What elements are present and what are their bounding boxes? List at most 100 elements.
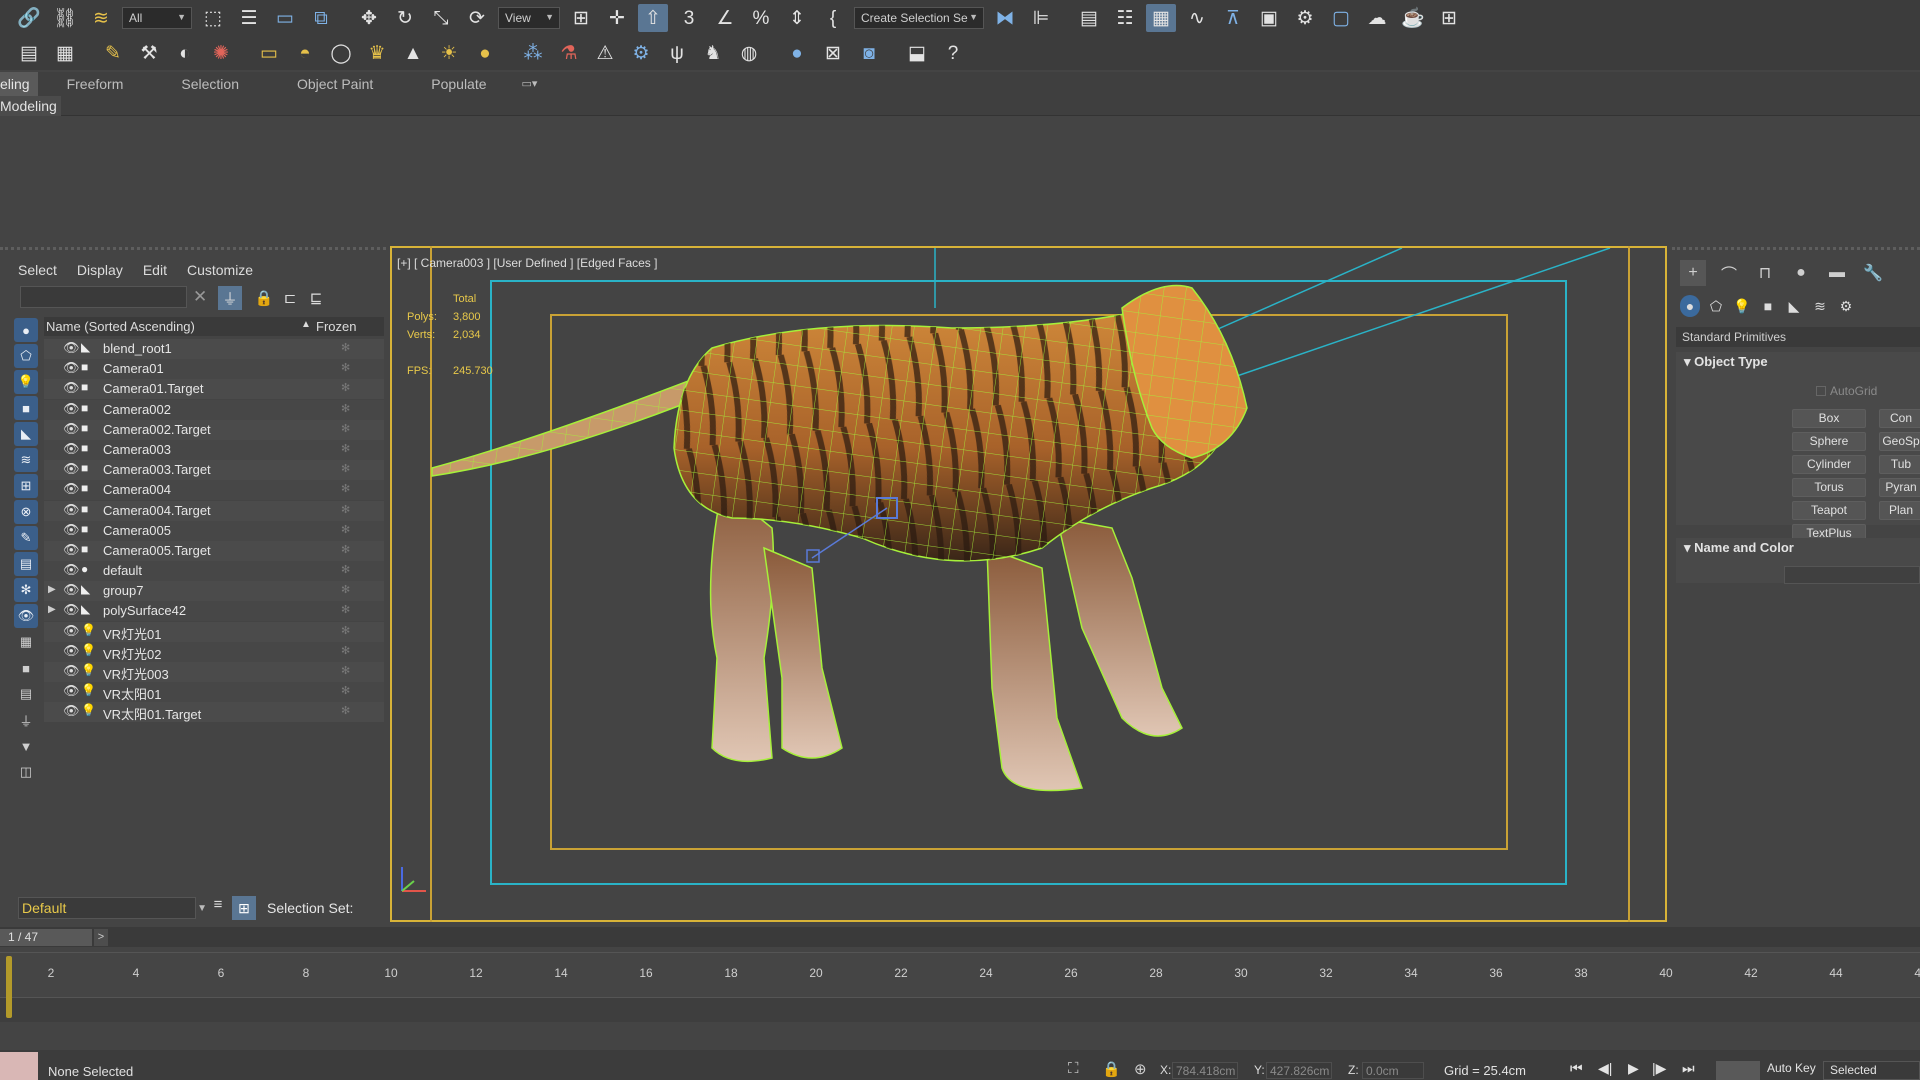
frozen-icon[interactable]: ✻ xyxy=(341,684,350,697)
hierarchy-tab-icon[interactable]: ⊓ xyxy=(1752,260,1778,286)
camera-viewport[interactable]: [+] [ Camera003 ] [User Defined ] [Edged… xyxy=(390,246,1667,922)
list-item[interactable]: 👁 ■ Camera01 ✻ xyxy=(44,359,384,380)
eye-icon[interactable]: 👁 xyxy=(63,481,80,497)
eye-icon[interactable]: 👁 xyxy=(63,522,80,538)
cameras-filter-icon[interactable]: ■ xyxy=(14,396,38,420)
helpers-icon[interactable]: ◣ xyxy=(1784,295,1804,317)
tiger-model[interactable] xyxy=(392,248,1665,920)
frozen-filter-icon[interactable]: ✻ xyxy=(14,578,38,602)
time-slider[interactable]: 1 / 47 > xyxy=(0,927,1920,947)
hierarchy-icon[interactable]: ⊏ xyxy=(278,286,302,310)
frozen-icon[interactable]: ✻ xyxy=(341,402,350,415)
menu-customize[interactable]: Customize xyxy=(187,262,253,278)
ref-coord-dropdown[interactable]: View ▼ xyxy=(498,7,560,29)
menu-select[interactable]: Select xyxy=(18,262,57,278)
sphere-half-icon[interactable]: ◐ xyxy=(170,39,200,67)
render-online-icon[interactable]: ⊞ xyxy=(1434,4,1464,32)
display-tab-icon[interactable]: ▬ xyxy=(1824,260,1850,286)
converter-icon[interactable]: ⬓ xyxy=(902,39,932,67)
edit-named-selection-icon[interactable]: { xyxy=(818,4,848,32)
autogrid-checkbox[interactable]: AutoGrid xyxy=(1816,384,1877,398)
current-frame-marker[interactable] xyxy=(6,956,12,1018)
eye-icon[interactable]: 👁 xyxy=(63,441,80,457)
category-dropdown[interactable]: Standard Primitives xyxy=(1676,327,1920,347)
frozen-icon[interactable]: ✻ xyxy=(341,381,350,394)
list-item[interactable]: ▶ 👁 ◣ polySurface42 ✻ xyxy=(44,601,384,622)
spinner-snap-icon[interactable]: ⇕ xyxy=(782,4,812,32)
geosphere-button[interactable]: GeoSp xyxy=(1879,432,1920,451)
tab-freeform[interactable]: Freeform xyxy=(38,72,153,96)
material-editor-icon[interactable]: ▣ xyxy=(1254,4,1284,32)
rect-selection-icon[interactable]: ▭ xyxy=(270,4,300,32)
tab-object-paint[interactable]: Object Paint xyxy=(268,72,402,96)
list-item[interactable]: 👁 ■ Camera004.Target ✻ xyxy=(44,500,384,521)
spacewarps-filter-icon[interactable]: ≋ xyxy=(14,448,38,472)
eye-icon[interactable]: 👁 xyxy=(63,502,80,518)
maxscript-listener[interactable] xyxy=(0,1052,38,1080)
frozen-icon[interactable]: ✻ xyxy=(341,341,350,354)
snaps-toggle-icon[interactable]: 3 xyxy=(674,4,704,32)
name-and-color-header[interactable]: ▾ Name and Color xyxy=(1676,538,1920,558)
vfb-icon[interactable]: ◙ xyxy=(854,39,884,67)
torus-button[interactable]: Torus xyxy=(1792,478,1866,497)
align-icon[interactable]: ⊫ xyxy=(1026,4,1056,32)
list-item[interactable]: 👁 ■ Camera01.Target ✻ xyxy=(44,379,384,400)
xrefs-filter-icon[interactable]: ⊗ xyxy=(14,500,38,524)
help-icon[interactable]: ? xyxy=(938,39,968,67)
list-icon[interactable]: ▤ xyxy=(14,39,44,67)
menu-display[interactable]: Display xyxy=(77,262,123,278)
spot-light-icon[interactable]: ▲ xyxy=(398,39,428,67)
list-item[interactable]: 👁 💡 VR太阳01.Target ✻ xyxy=(44,702,384,723)
eye-icon[interactable]: 👁 xyxy=(63,623,80,639)
curve-editor-icon[interactable]: ∿ xyxy=(1182,4,1212,32)
plane-light-icon[interactable]: ▭ xyxy=(254,39,284,67)
tab-selection[interactable]: Selection xyxy=(152,72,268,96)
eye-icon[interactable]: 👁 xyxy=(63,401,80,417)
hierarchy-icon[interactable]: ⊞ xyxy=(232,896,256,920)
eye-icon[interactable]: 👁 xyxy=(63,380,80,396)
pyramid-button[interactable]: Pyran xyxy=(1879,478,1920,497)
particle-icon[interactable]: ✺ xyxy=(206,39,236,67)
invert-selection-icon[interactable]: ▤ xyxy=(14,682,38,706)
column-frozen[interactable]: Frozen xyxy=(316,319,356,334)
column-name[interactable]: Name (Sorted Ascending) xyxy=(46,319,195,334)
frozen-icon[interactable]: ✻ xyxy=(341,462,350,475)
displacement-icon[interactable]: ⚠ xyxy=(590,39,620,67)
place-icon[interactable]: ⟳ xyxy=(462,4,492,32)
selection-filter-dropdown[interactable]: All ▼ xyxy=(122,7,192,29)
utilities-tab-icon[interactable]: 🔧 xyxy=(1860,260,1886,286)
eye-icon[interactable]: 👁 xyxy=(63,582,80,598)
list-item[interactable]: 👁 ■ Camera003 ✻ xyxy=(44,439,384,460)
ambient-light-icon[interactable]: ● xyxy=(470,39,500,67)
table-icon[interactable]: ▦ xyxy=(50,39,80,67)
list-item[interactable]: 👁 💡 VR灯光01 ✻ xyxy=(44,621,384,642)
gear-icon[interactable]: ⚙ xyxy=(626,39,656,67)
pivot-center-icon[interactable]: ⊞ xyxy=(566,4,596,32)
geometry-icon[interactable]: ● xyxy=(1680,295,1700,317)
scene-explorer-icon[interactable]: ▤ xyxy=(1074,4,1104,32)
bind-space-warp-icon[interactable]: ≋ xyxy=(86,4,116,32)
layer-dropdown[interactable]: Default ▼ xyxy=(18,897,207,919)
list-item[interactable]: 👁 ◣ blend_root1 ✻ xyxy=(44,339,384,359)
teapot-button[interactable]: Teapot xyxy=(1792,501,1866,520)
frozen-icon[interactable]: ✻ xyxy=(341,442,350,455)
eye-icon[interactable]: 👁 xyxy=(63,602,80,618)
link-icon[interactable]: 🔗 xyxy=(14,4,44,32)
layer-explorer-icon[interactable]: ☷ xyxy=(1110,4,1140,32)
select-by-name-icon[interactable]: ☰ xyxy=(234,4,264,32)
grass-icon[interactable]: ψ xyxy=(662,39,692,67)
select-all-icon[interactable]: ▦ xyxy=(14,630,38,654)
hidden-filter-icon[interactable]: 👁 xyxy=(14,604,38,628)
next-frame-icon[interactable]: |▶ xyxy=(1652,1060,1666,1077)
frozen-icon[interactable]: ✻ xyxy=(341,704,350,717)
lock-icon[interactable]: 🔒 xyxy=(252,286,276,310)
tube-button[interactable]: Tub xyxy=(1879,455,1920,474)
select-manipulate-icon[interactable]: ✛ xyxy=(602,4,632,32)
cone-button[interactable]: Con xyxy=(1879,409,1920,428)
lights-icon[interactable]: 💡 xyxy=(1732,295,1752,317)
shapes-filter-icon[interactable]: ⬠ xyxy=(14,344,38,368)
go-to-start-icon[interactable]: ⏮ xyxy=(1570,1060,1583,1077)
select-none-icon[interactable]: ■ xyxy=(14,656,38,680)
z-coordinate-field[interactable]: 0.0cm xyxy=(1362,1062,1424,1079)
track-bar[interactable]: 2 4 6 8 10 12 14 16 18 20 22 24 26 28 30 32 34 36 38 40 42 44… xyxy=(0,952,1920,1022)
